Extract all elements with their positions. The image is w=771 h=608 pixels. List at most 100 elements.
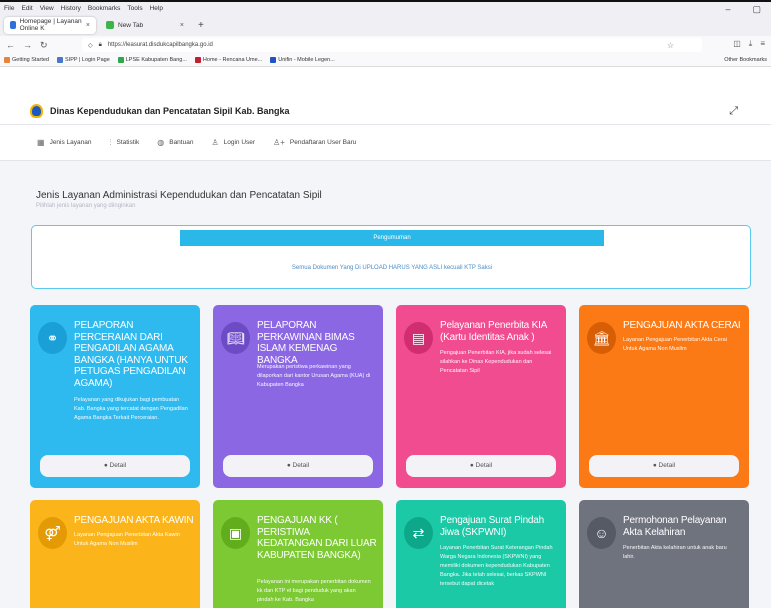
toolbar-right: ◫ ⤓ ≡ [733, 39, 765, 49]
menu-file[interactable]: File [4, 5, 14, 12]
bookmark-favicon-icon [117, 57, 124, 63]
nav-bantuan[interactable]: ◍ Bantuan [157, 125, 193, 161]
bookmark-item[interactable]: SIPP | Login Page [57, 57, 110, 63]
bookmark-label: SIPP | Login Page [65, 57, 110, 63]
lock-icon: 🔒︎ [98, 41, 102, 48]
service-card-kk[interactable]: ▣ PENGAJUAN KK ( PERISTIWA KEDATANGAN DA… [213, 500, 383, 608]
url-bar[interactable]: ◇ 🔒︎ https://leasurat.disdukcapilbangka.… [82, 38, 702, 52]
tab-close-icon[interactable]: × [180, 22, 184, 29]
nav-label: Login User [223, 139, 256, 146]
nav-label: Pendaftaran User Baru [289, 139, 357, 146]
detail-button[interactable]: ● Detail [589, 455, 739, 477]
logo-icon [30, 104, 43, 118]
bookmark-item[interactable]: Unifin - Mobile Legen... [270, 57, 335, 63]
bookmark-item[interactable]: LPSE Kabupaten Bang... [117, 57, 187, 63]
tab-homepage[interactable]: Homepage | Layanan Online K × [4, 16, 96, 34]
download-icon[interactable]: ⤓ [749, 39, 753, 49]
document-icon: ▣ [221, 517, 250, 549]
fullscreen-icon[interactable]: ⤢ [729, 105, 738, 118]
bookmark-item[interactable]: Home - Rencana Ume... [194, 57, 262, 63]
card-description: Pelayanan yang dikujukan bagi pembuatan … [74, 397, 188, 421]
detail-button[interactable]: ● Detail [223, 455, 373, 477]
grid-icon: ▦ [37, 138, 45, 147]
menu-bookmarks[interactable]: Bookmarks [88, 5, 121, 12]
announcement-box: Pengumuman Semua Dokumen Yang Di UPLOAD … [31, 225, 751, 289]
service-card-akta-kelahiran[interactable]: ☺ Permohonan Pelayanan Akta Kelahiran Pe… [579, 500, 749, 608]
newtab-favicon-icon [106, 21, 114, 29]
card-title: Pelayanan Penerbita KIA (Kartu Identitas… [440, 320, 547, 343]
tab-new-tab[interactable]: New Tab × [100, 17, 190, 34]
page-title: Jenis Layanan Administrasi Kependudukan … [36, 190, 322, 201]
menu-help[interactable]: Help [150, 5, 163, 12]
menu-tools[interactable]: Tools [127, 5, 142, 12]
nav-login-user[interactable]: ♙ Login User [211, 125, 255, 161]
bookmark-item[interactable]: Getting Started [4, 57, 49, 63]
couple-icon: ⚤ [38, 517, 67, 549]
card-title: Permohonan Pelayanan Akta Kelahiran [623, 515, 727, 538]
bookmarks-bar: Getting Started SIPP | Login Page LPSE K… [0, 54, 771, 67]
bookmark-favicon-icon [57, 57, 63, 63]
tab-label: Homepage | Layanan Online K [19, 18, 82, 32]
book-icon: 📖︎ [221, 322, 250, 354]
card-description: Penerbitan Akta kelahiran untuk anak bar… [623, 545, 727, 560]
nav-pendaftaran[interactable]: ♙+ Pendaftaran User Baru [273, 125, 356, 161]
menu-history[interactable]: History [61, 5, 81, 12]
bookmark-star-icon[interactable]: ☆ [667, 41, 674, 50]
shield-icon: ◇ [88, 42, 93, 49]
tab-close-icon[interactable]: × [86, 22, 90, 29]
pocket-icon[interactable]: ◫ [733, 39, 741, 49]
card-title: PENGAJUAN KK ( PERISTIWA KEDATANGAN DARI… [257, 515, 377, 561]
card-description: Layanan Penerbitan Surat Keterangan Pind… [440, 545, 553, 587]
card-description: Layanan Pengajuan Penerbitan Akta Cerai … [623, 337, 727, 352]
nav-statistik[interactable]: ⫶ Statistik [109, 125, 139, 161]
forward-icon[interactable]: → [23, 40, 32, 50]
chart-icon: ⫶ [109, 137, 112, 147]
building-icon: 🏛︎ [587, 322, 616, 354]
divorce-icon: ⚭ [38, 322, 67, 354]
menu-edit[interactable]: Edit [21, 5, 32, 12]
menu-view[interactable]: View [40, 5, 54, 12]
tab-label: New Tab [118, 21, 144, 29]
brand[interactable]: Dinas Kependudukan dan Pencatatan Sipil … [30, 104, 290, 118]
bookmark-favicon-icon [270, 57, 277, 63]
service-card-perceraian[interactable]: ⚭ PELAPORAN PERCERAIAN DARI PENGADILAN A… [30, 305, 200, 488]
site-favicon-icon [10, 21, 16, 29]
detail-button[interactable]: ● Detail [40, 455, 190, 477]
card-title: PENGAJUAN AKTA KAWIN [74, 515, 194, 526]
nav-label: Bantuan [169, 139, 194, 146]
announcement-header: Pengumuman [180, 230, 604, 246]
announcement-text: Semua Dokumen Yang Di UPLOAD HARUS YANG … [291, 265, 493, 271]
card-description: Merupakan peristiwa perkawinan yang dila… [257, 364, 371, 388]
reload-icon[interactable]: ↻ [40, 40, 48, 51]
other-bookmarks[interactable]: Other Bookmarks [724, 57, 767, 63]
site-header: Dinas Kependudukan dan Pencatatan Sipil … [0, 67, 771, 125]
user-icon: ♙ [211, 138, 219, 147]
service-card-akta-kawin[interactable]: ⚤ PENGAJUAN AKTA KAWIN Layanan Pengajuan… [30, 500, 200, 608]
bookmark-label: Getting Started [12, 57, 49, 63]
overflow-menu-icon[interactable]: ≡ [760, 39, 765, 49]
card-description: Pengajuan Penerbitan KIA, jika sudah sel… [440, 350, 552, 374]
page-subtitle: Pilihlah jenis layanan yang diinginkan [36, 203, 136, 209]
card-title: PELAPORAN PERCERAIAN DARI PENGADILAN AGA… [74, 320, 188, 389]
id-card-icon: ▤ [404, 322, 433, 354]
detail-button[interactable]: ● Detail [406, 455, 556, 477]
site-nav: ▦ Jenis Layanan ⫶ Statistik ◍ Bantuan ♙ … [0, 125, 771, 161]
browser-navbar: ← → ↻ ◇ 🔒︎ https://leasurat.disdukcapilb… [0, 36, 771, 54]
url-text: https://leasurat.disdukcapilbangka.go.id [107, 42, 213, 48]
baby-icon: ☺ [587, 517, 616, 549]
back-icon[interactable]: ← [6, 40, 15, 50]
help-icon: ◍ [157, 138, 165, 147]
nav-jenis-layanan[interactable]: ▦ Jenis Layanan [37, 125, 91, 161]
site-title: Dinas Kependudukan dan Pencatatan Sipil … [50, 106, 290, 116]
nav-label: Statistik [116, 139, 140, 146]
service-card-akta-cerai[interactable]: 🏛︎ PENGAJUAN AKTA CERAI Layanan Pengajua… [579, 305, 749, 488]
service-card-kia[interactable]: ▤ Pelayanan Penerbita KIA (Kartu Identit… [396, 305, 566, 488]
service-card-perkawinan[interactable]: 📖︎ PELAPORAN PERKAWINAN BIMAS ISLAM KEME… [213, 305, 383, 488]
service-card-pindah[interactable]: ⇄ Pengajuan Surat Pindah Jiwa (SKPWNI) L… [396, 500, 566, 608]
tab-strip: Homepage | Layanan Online K × New Tab × … [0, 14, 771, 36]
bookmark-favicon-icon [194, 57, 201, 63]
bookmark-label: Unifin - Mobile Legen... [278, 57, 335, 63]
move-icon: ⇄ [404, 517, 433, 549]
new-tab-button[interactable]: + [198, 20, 204, 31]
browser-menubar: File Edit View History Bookmarks Tools H… [0, 0, 771, 14]
